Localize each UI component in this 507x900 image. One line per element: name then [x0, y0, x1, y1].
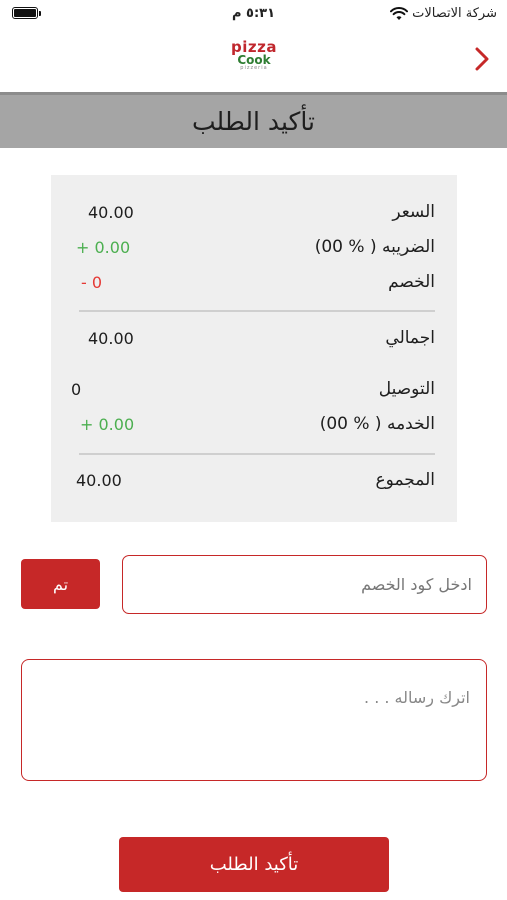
- discount-value: - 0: [81, 273, 103, 292]
- back-button[interactable]: [469, 44, 495, 74]
- service-value: + 0.00: [80, 415, 135, 434]
- price-label: السعر: [392, 202, 435, 222]
- total-value: 40.00: [88, 329, 134, 348]
- confirm-order-button[interactable]: تأكيد الطلب: [119, 837, 389, 892]
- discount-row: الخصم - 0: [51, 272, 457, 298]
- order-summary-card: السعر 40.00 الضريبه ( % 00) + 0.00 الخصم…: [51, 175, 457, 522]
- tax-value: + 0.00: [76, 238, 131, 257]
- total-row: اجمالي 40.00: [51, 328, 457, 354]
- grand-total-value: 40.00: [76, 471, 122, 490]
- pizza-cook-logo: pizza Cook pizzeria: [231, 38, 277, 71]
- discount-code-input[interactable]: [122, 555, 487, 614]
- delivery-label: التوصيل: [378, 379, 435, 399]
- tax-label: الضريبه ( % 00): [314, 237, 435, 257]
- service-label: الخدمه ( % 00): [319, 414, 435, 434]
- grand-total-row: المجموع 40.00: [51, 470, 457, 496]
- status-bar: ٥:٣١ م شركة الاتصالات: [0, 0, 507, 30]
- carrier-name: شركة الاتصالات: [412, 6, 497, 21]
- price-value: 40.00: [88, 203, 134, 222]
- apply-discount-button[interactable]: تم: [21, 559, 100, 609]
- delivery-row: التوصيل 0: [51, 379, 457, 405]
- price-row: السعر 40.00: [51, 202, 457, 228]
- summary-divider: [79, 310, 435, 312]
- grand-total-label: المجموع: [375, 470, 435, 490]
- chevron-right-icon: [475, 47, 489, 71]
- page-title: تأكيد الطلب: [192, 107, 315, 136]
- summary-divider: [79, 453, 435, 455]
- title-banner: تأكيد الطلب: [0, 92, 507, 148]
- service-row: الخدمه ( % 00) + 0.00: [51, 414, 457, 440]
- app-header: pizza Cook pizzeria: [0, 30, 507, 90]
- carrier-info: شركة الاتصالات: [390, 6, 497, 21]
- discount-label: الخصم: [388, 272, 435, 292]
- message-input[interactable]: [21, 659, 487, 781]
- tax-row: الضريبه ( % 00) + 0.00: [51, 237, 457, 263]
- wifi-icon: [390, 6, 409, 20]
- delivery-value: 0: [71, 380, 82, 399]
- total-label: اجمالي: [385, 328, 435, 348]
